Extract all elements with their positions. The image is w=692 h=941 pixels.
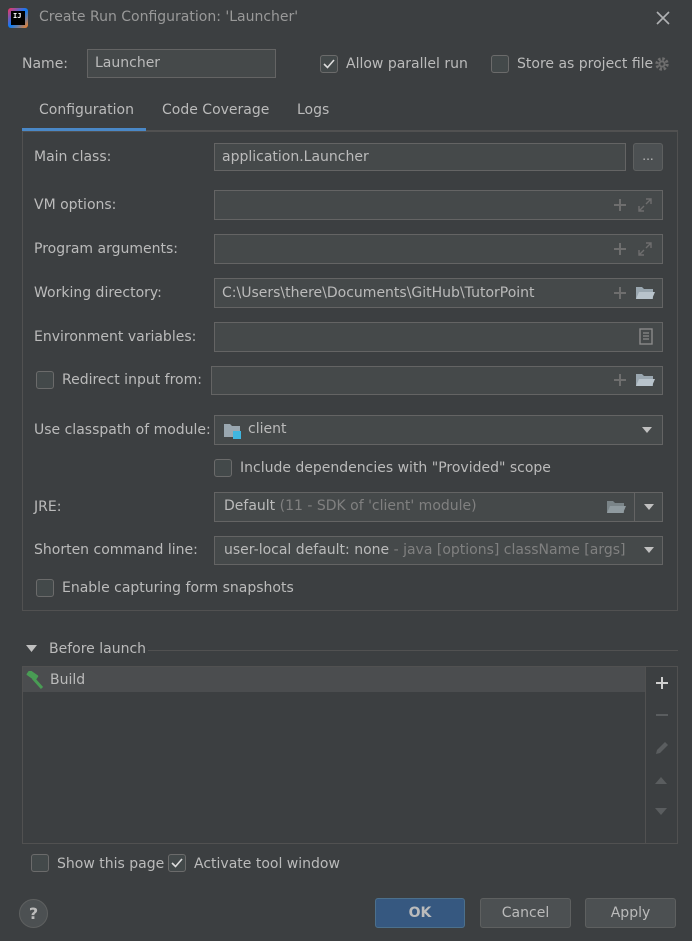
folder-icon[interactable] bbox=[635, 284, 655, 302]
allow-parallel-label: Allow parallel run bbox=[346, 56, 468, 72]
plus-icon[interactable] bbox=[612, 372, 628, 388]
ok-button[interactable]: OK bbox=[375, 898, 465, 928]
tab-code-coverage[interactable]: Code Coverage bbox=[162, 102, 269, 118]
browse-main-class-button[interactable]: ... bbox=[633, 143, 663, 171]
intellij-logo-icon: IJ bbox=[8, 8, 28, 28]
folder-icon[interactable] bbox=[606, 498, 626, 516]
program-arguments-input[interactable] bbox=[214, 234, 663, 264]
before-launch-separator bbox=[148, 650, 678, 651]
program-arguments-label: Program arguments: bbox=[34, 241, 178, 257]
main-class-label: Main class: bbox=[34, 149, 112, 165]
chevron-down-icon[interactable] bbox=[643, 546, 655, 554]
redirect-input-label: Redirect input from: bbox=[62, 372, 202, 388]
jre-divider bbox=[634, 493, 635, 521]
shorten-value: user-local default: none bbox=[224, 542, 390, 558]
tab-configuration[interactable]: Configuration bbox=[39, 102, 134, 118]
show-this-page-label: Show this page bbox=[57, 856, 165, 872]
list-toolbar-divider bbox=[645, 667, 646, 843]
list-item-build[interactable] bbox=[23, 667, 645, 692]
jre-hint: (11 - SDK of 'client' module) bbox=[279, 498, 477, 514]
working-directory-input[interactable]: C:\Users\there\Documents\GitHub\TutorPoi… bbox=[214, 278, 663, 308]
checkmark-icon bbox=[323, 59, 335, 69]
classpath-module-label: Use classpath of module: bbox=[34, 422, 211, 438]
folder-icon[interactable] bbox=[635, 371, 655, 389]
before-launch-list bbox=[22, 666, 678, 844]
list-item-label: Build bbox=[50, 672, 86, 688]
collapse-triangle-icon[interactable] bbox=[26, 645, 37, 653]
activate-tool-window-checkbox[interactable] bbox=[168, 854, 186, 872]
module-folder-icon bbox=[224, 424, 241, 439]
before-launch-title: Before launch bbox=[49, 641, 147, 657]
document-icon[interactable] bbox=[639, 328, 653, 345]
form-snapshots-checkbox[interactable] bbox=[36, 579, 54, 597]
redirect-input-field[interactable] bbox=[211, 366, 663, 395]
form-snapshots-label: Enable capturing form snapshots bbox=[62, 580, 294, 596]
redirect-input-checkbox[interactable] bbox=[36, 371, 54, 389]
chevron-down-icon[interactable] bbox=[643, 503, 655, 511]
gear-icon[interactable] bbox=[653, 55, 671, 73]
move-down-icon[interactable] bbox=[654, 807, 668, 817]
activate-tool-window-label: Activate tool window bbox=[194, 856, 340, 872]
logo-text: IJ bbox=[11, 11, 25, 25]
jre-value: Default bbox=[224, 498, 276, 514]
vm-options-label: VM options: bbox=[34, 197, 117, 213]
store-project-checkbox[interactable] bbox=[491, 55, 509, 73]
allow-parallel-checkbox[interactable] bbox=[320, 55, 338, 73]
title-bar: IJ Create Run Configuration: 'Launcher' bbox=[0, 0, 692, 36]
checkmark-icon bbox=[171, 858, 183, 868]
main-class-input[interactable]: application.Launcher bbox=[214, 143, 626, 171]
add-icon[interactable] bbox=[654, 675, 670, 691]
apply-button[interactable]: Apply bbox=[585, 898, 676, 928]
close-icon[interactable] bbox=[653, 8, 673, 28]
move-up-icon[interactable] bbox=[654, 775, 668, 785]
include-dependencies-label: Include dependencies with "Provided" sco… bbox=[240, 460, 551, 476]
hammer-icon bbox=[26, 671, 44, 689]
remove-icon[interactable] bbox=[654, 707, 670, 723]
shorten-command-line-label: Shorten command line: bbox=[34, 542, 198, 558]
cancel-button[interactable]: Cancel bbox=[480, 898, 571, 928]
tab-logs[interactable]: Logs bbox=[297, 102, 329, 118]
plus-icon[interactable] bbox=[612, 241, 628, 257]
environment-variables-input[interactable] bbox=[214, 322, 663, 352]
help-button[interactable]: ? bbox=[19, 899, 48, 928]
name-input[interactable]: Launcher bbox=[87, 49, 276, 78]
plus-icon[interactable] bbox=[612, 197, 628, 213]
expand-icon[interactable] bbox=[637, 241, 653, 257]
edit-pencil-icon[interactable] bbox=[653, 739, 671, 757]
include-dependencies-checkbox[interactable] bbox=[214, 459, 232, 477]
vm-options-input[interactable] bbox=[214, 190, 663, 220]
environment-variables-label: Environment variables: bbox=[34, 329, 197, 345]
name-label: Name: bbox=[22, 56, 69, 72]
jre-select[interactable]: Default (11 - SDK of 'client' module) bbox=[214, 492, 663, 522]
shorten-hint: - java [options] className [args] bbox=[393, 542, 626, 558]
window-title: Create Run Configuration: 'Launcher' bbox=[39, 9, 299, 25]
expand-icon[interactable] bbox=[637, 197, 653, 213]
chevron-down-icon[interactable] bbox=[641, 426, 653, 434]
plus-icon[interactable] bbox=[612, 285, 628, 301]
classpath-module-select[interactable]: client bbox=[214, 415, 663, 445]
working-directory-label: Working directory: bbox=[34, 285, 162, 301]
jre-label: JRE: bbox=[34, 499, 62, 515]
show-this-page-checkbox[interactable] bbox=[31, 854, 49, 872]
shorten-command-line-select[interactable]: user-local default: none - java [options… bbox=[214, 536, 663, 565]
store-project-label: Store as project file bbox=[517, 56, 654, 72]
